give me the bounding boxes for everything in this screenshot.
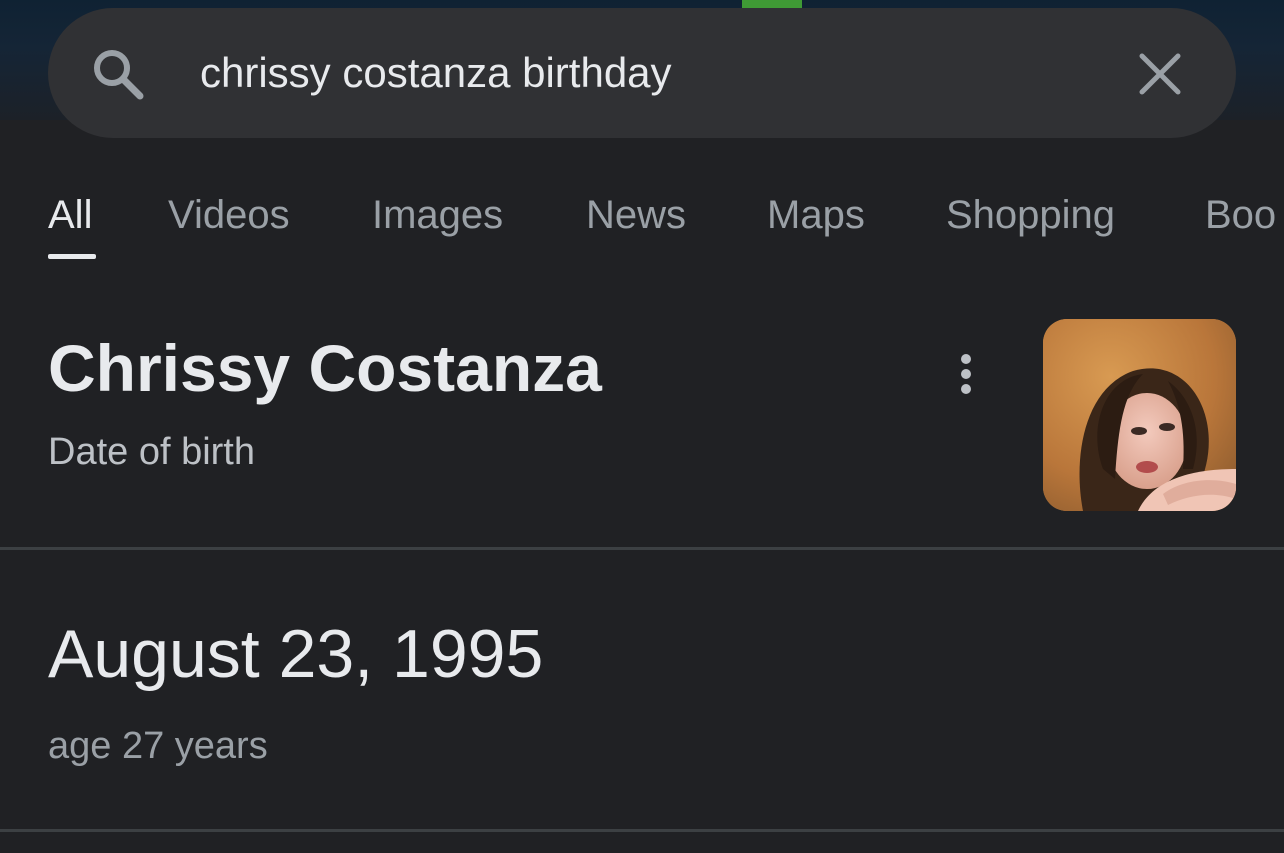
entity-subtitle: Date of birth [48, 431, 255, 473]
entity-thumbnail[interactable] [1043, 319, 1236, 511]
close-icon[interactable] [1134, 48, 1186, 100]
search-bar[interactable] [48, 8, 1236, 138]
answer-detail: age 27 years [48, 725, 268, 767]
top-accent [742, 0, 802, 8]
active-tab-indicator [48, 254, 96, 259]
search-input[interactable] [200, 48, 1100, 98]
tab-all[interactable]: All [48, 190, 92, 240]
more-vert-icon[interactable] [942, 348, 990, 400]
tab-videos[interactable]: Videos [168, 190, 290, 240]
section-divider [0, 547, 1284, 550]
entity-title: Chrissy Costanza [48, 331, 602, 405]
tab-books[interactable]: Boo [1205, 190, 1276, 240]
section-divider [0, 829, 1284, 832]
answer-value: August 23, 1995 [48, 616, 544, 692]
tab-news[interactable]: News [586, 190, 686, 240]
person-photo [1043, 319, 1236, 511]
search-tabs: All Videos Images News Maps Shopping Boo [0, 190, 1284, 270]
tab-images[interactable]: Images [372, 190, 503, 240]
tab-maps[interactable]: Maps [767, 190, 865, 240]
search-icon[interactable] [90, 46, 146, 102]
tab-shopping[interactable]: Shopping [946, 190, 1115, 240]
